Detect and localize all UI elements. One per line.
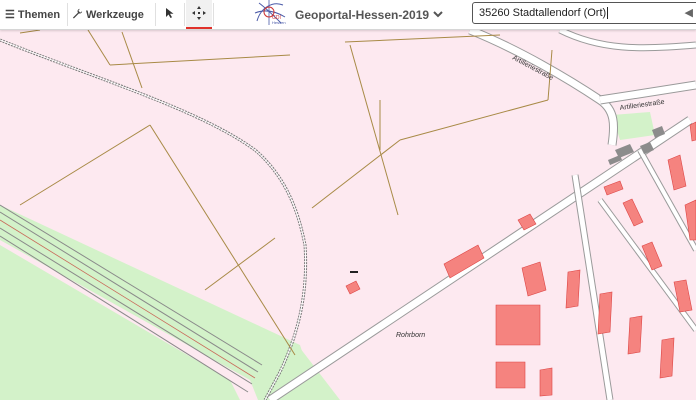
select-tool-button[interactable] bbox=[157, 0, 183, 29]
search-input[interactable]: 35260 Stadtallendorf (Ort) ◀ bbox=[472, 2, 696, 24]
toolbar-divider bbox=[213, 3, 214, 26]
toolbar-divider bbox=[184, 3, 185, 26]
map-marker-small bbox=[350, 271, 358, 273]
cursor-select-icon bbox=[164, 7, 176, 22]
portal-title: Geoportal-Hessen-2019 bbox=[295, 7, 430, 22]
move-pan-icon bbox=[192, 6, 206, 23]
werkzeuge-label: Werkzeuge bbox=[86, 8, 144, 21]
text-cursor bbox=[607, 7, 609, 19]
themen-button[interactable]: ☰ Themen bbox=[5, 0, 67, 29]
clear-search-icon[interactable]: ◀ bbox=[685, 6, 693, 19]
map-canvas[interactable]: Artilleriestraße Artilleriestraße Rohrbo… bbox=[0, 0, 696, 400]
svg-text:Hessen: Hessen bbox=[272, 20, 286, 25]
chevron-down-icon bbox=[433, 9, 443, 21]
toolbar-divider bbox=[67, 3, 68, 26]
gdi-hessen-logo: GDI Hessen bbox=[253, 0, 287, 31]
top-toolbar: ☰ Themen Werkzeuge GDI Hessen Geoportal-… bbox=[0, 0, 696, 30]
search-input-value: 35260 Stadtallendorf (Ort) bbox=[479, 7, 607, 19]
active-tool-indicator bbox=[186, 27, 212, 29]
toolbar-divider bbox=[155, 3, 156, 26]
hamburger-menu-icon: ☰ bbox=[5, 9, 15, 21]
werkzeuge-button[interactable]: Werkzeuge bbox=[72, 0, 154, 29]
themen-label: Themen bbox=[17, 8, 61, 21]
portal-selector[interactable]: GDI Hessen Geoportal-Hessen-2019 bbox=[253, 0, 443, 29]
pan-tool-button[interactable] bbox=[186, 0, 212, 29]
place-label-rohrborn: Rohrborn bbox=[396, 332, 425, 339]
wrench-icon bbox=[72, 8, 83, 22]
